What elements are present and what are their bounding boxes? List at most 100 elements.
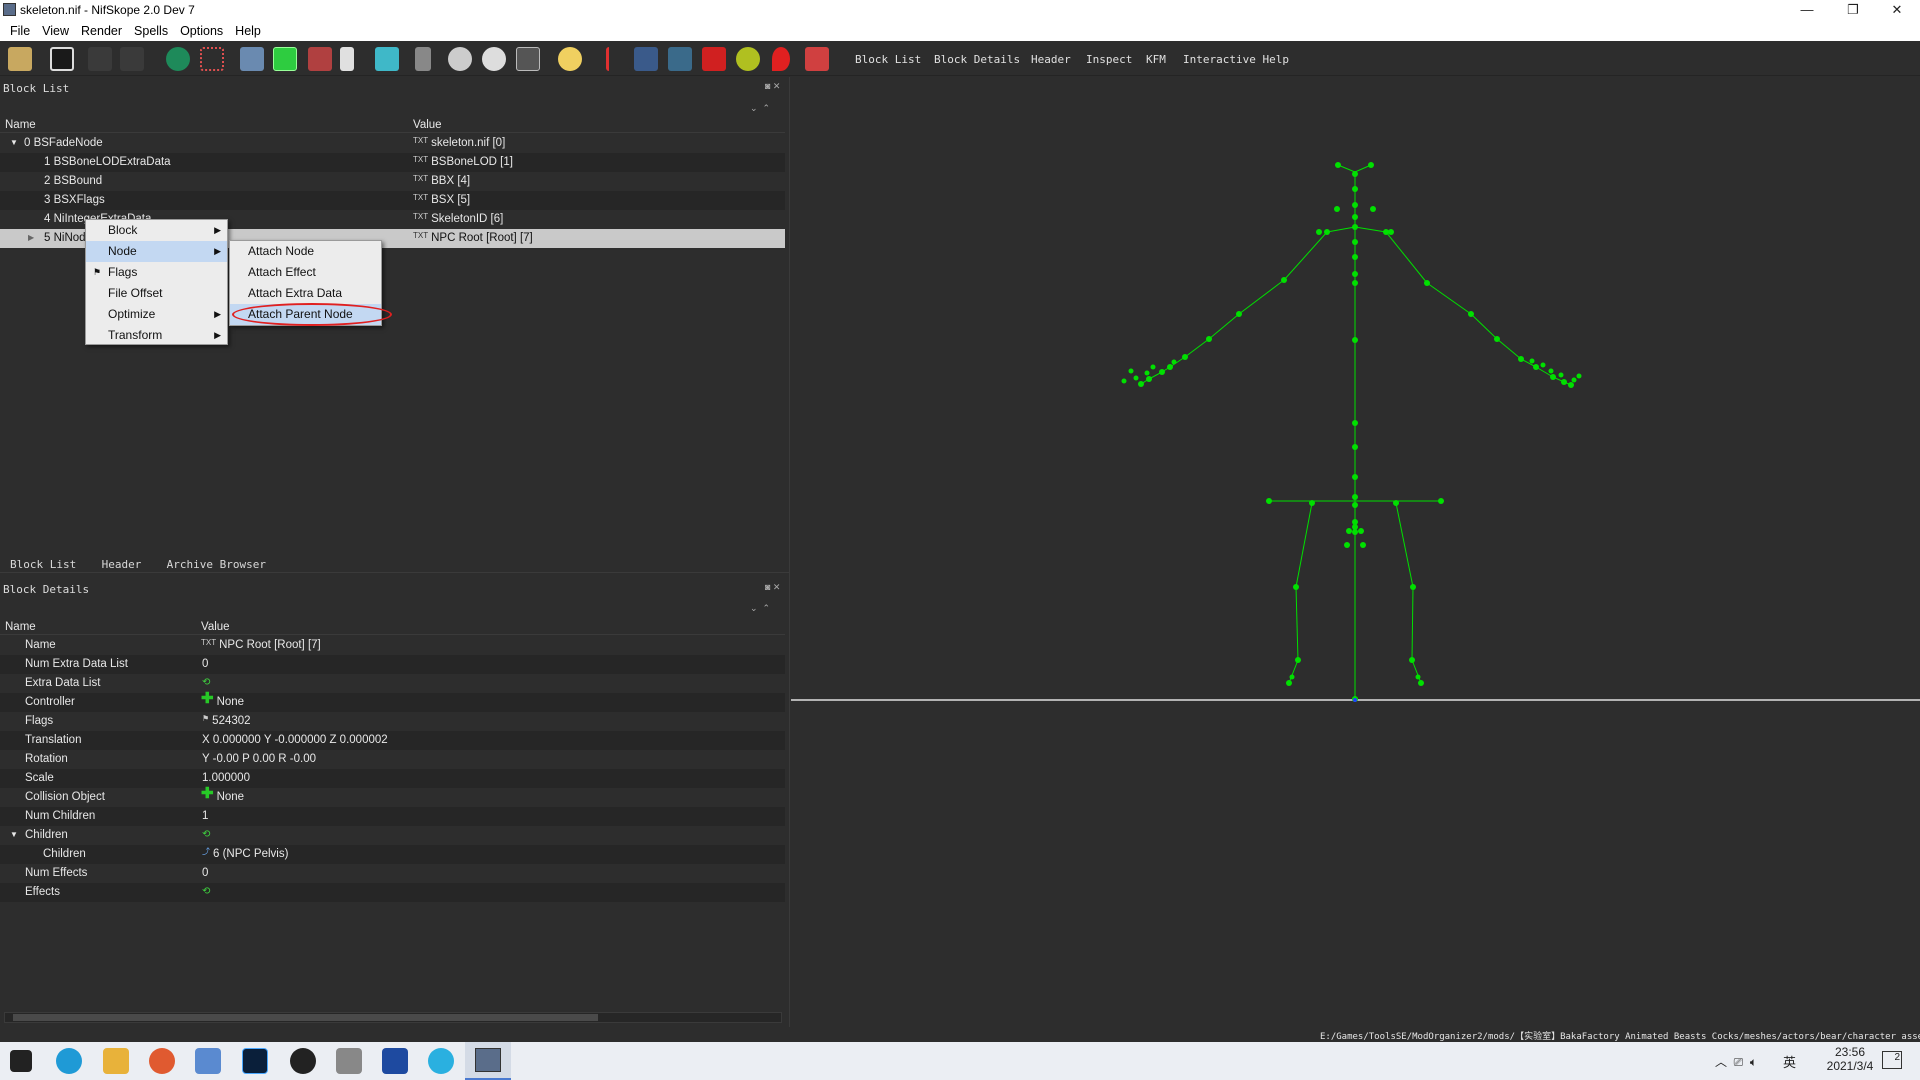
photoshop-icon[interactable] (242, 1048, 268, 1074)
table-row[interactable]: Name TXT NPC Root [Root] [7] (0, 636, 785, 655)
app-icon[interactable] (382, 1048, 408, 1074)
scroll-arrows-icon[interactable]: ⌄ ⌃ (750, 603, 770, 614)
select-object-icon[interactable] (166, 47, 190, 71)
walk-icon[interactable] (415, 47, 431, 71)
file-explorer-icon[interactable] (103, 1048, 129, 1074)
field-name: Num Effects (25, 867, 88, 879)
save-icon[interactable] (50, 47, 74, 71)
table-row[interactable]: Scale 1.000000 (0, 769, 785, 788)
scrollbar-thumb[interactable] (13, 1014, 598, 1021)
menu-item-attach-extra-data[interactable]: Attach Extra Data (230, 283, 381, 304)
menu-item-transform[interactable]: Transform ▶ (86, 325, 227, 346)
tab-block-list[interactable]: Block List (855, 53, 921, 66)
table-row[interactable]: Rotation Y -0.00 P 0.00 R -0.00 (0, 750, 785, 769)
dock-float-close-icon[interactable]: ◙ ✕ (765, 582, 780, 593)
table-row[interactable]: Effects ⟲ (0, 883, 785, 902)
select-vertex-icon[interactable] (200, 47, 224, 71)
menu-help[interactable]: Help (229, 24, 267, 38)
bone-joint (1146, 376, 1152, 382)
redo-icon[interactable] (120, 47, 144, 71)
expand-arrow-icon[interactable]: ▼ (10, 826, 18, 844)
maximize-button[interactable]: ❐ (1830, 0, 1876, 21)
qq-icon[interactable] (290, 1048, 316, 1074)
app-icon[interactable] (195, 1048, 221, 1074)
table-row[interactable]: Num Effects 0 (0, 864, 785, 883)
bone-joint (1494, 336, 1500, 342)
menu-item-block[interactable]: Block ▶ (86, 220, 227, 241)
screenshot-icon[interactable] (516, 47, 540, 71)
show-hidden-icon[interactable] (448, 47, 472, 71)
table-row[interactable]: Num Extra Data List 0 (0, 655, 785, 674)
tab-block-list-bottom[interactable]: Block List (10, 558, 76, 571)
dock-splitter[interactable] (0, 572, 790, 576)
tab-header-bottom[interactable]: Header (102, 558, 142, 571)
tab-kfm[interactable]: KFM (1146, 53, 1166, 66)
close-button[interactable]: ✕ (1874, 0, 1920, 21)
view-perspective-icon[interactable] (375, 47, 399, 71)
show-nodes-icon[interactable] (668, 47, 692, 71)
axes-icon[interactable] (606, 47, 630, 71)
chrome-icon[interactable] (149, 1048, 175, 1074)
expand-arrow-icon[interactable]: ▼ (10, 134, 18, 152)
table-row[interactable]: Children ⤴ 6 (NPC Pelvis) (0, 845, 785, 864)
start-icon[interactable] (10, 1050, 32, 1072)
horizontal-scrollbar[interactable] (4, 1012, 782, 1023)
nifskope-task-active[interactable] (465, 1042, 511, 1080)
show-textures-icon[interactable] (736, 47, 760, 71)
tab-header[interactable]: Header (1031, 53, 1071, 66)
menu-item-node[interactable]: Node ▶ (86, 241, 227, 262)
undo-icon[interactable] (88, 47, 112, 71)
tab-inspect[interactable]: Inspect (1086, 53, 1132, 66)
table-row[interactable]: 1 BSBoneLODExtraData TXT BSBoneLOD [1] (0, 153, 785, 172)
scroll-arrows-icon[interactable]: ⌄ ⌃ (750, 103, 770, 114)
show-axes-icon[interactable] (634, 47, 658, 71)
tab-block-details[interactable]: Block Details (934, 53, 1020, 66)
table-row[interactable]: ▼ 0 BSFadeNode TXT skeleton.nif [0] (0, 134, 785, 153)
view-side-icon[interactable] (308, 47, 332, 71)
eraser-icon[interactable] (805, 47, 829, 71)
menu-item-attach-node[interactable]: Attach Node (230, 241, 381, 262)
tray-icons[interactable]: ︿ ⎚ 🔈︎ (1715, 1053, 1757, 1070)
ime-indicator[interactable]: 英 (1783, 1052, 1796, 1071)
field-value: 0 (202, 867, 209, 879)
menu-item-label: Transform (108, 328, 163, 342)
table-row[interactable]: Controller ✚ None (0, 691, 785, 712)
table-row[interactable]: Extra Data List ⟲ (0, 674, 785, 693)
menu-item-attach-parent-node[interactable]: Attach Parent Node (230, 304, 381, 325)
render-viewport[interactable] (791, 77, 1920, 1027)
show-constraints-icon[interactable] (702, 47, 726, 71)
table-row[interactable]: Num Children 1 (0, 807, 785, 826)
notification-icon[interactable]: 2 (1882, 1051, 1902, 1069)
table-row[interactable]: ▼ Children ⟲ (0, 826, 785, 845)
show-markers-icon[interactable] (482, 47, 506, 71)
table-row[interactable]: Collision Object ✚ None (0, 786, 785, 807)
app-icon[interactable] (428, 1048, 454, 1074)
app-icon[interactable] (336, 1048, 362, 1074)
menu-file[interactable]: File (4, 24, 36, 38)
tab-interactive-help[interactable]: Interactive Help (1183, 53, 1289, 66)
edge-icon[interactable] (56, 1048, 82, 1074)
menu-item-attach-effect[interactable]: Attach Effect (230, 262, 381, 283)
open-icon[interactable] (8, 47, 32, 71)
menu-item-file-offset[interactable]: File Offset (86, 283, 227, 304)
table-row[interactable]: 3 BSXFlags TXT BSX [5] (0, 191, 785, 210)
view-top-icon[interactable] (273, 47, 297, 71)
menu-item-optimize[interactable]: Optimize ▶ (86, 304, 227, 325)
marker-icon[interactable] (772, 47, 790, 71)
table-row[interactable]: Translation X 0.000000 Y -0.000000 Z 0.0… (0, 731, 785, 750)
tab-archive-browser[interactable]: Archive Browser (167, 558, 266, 571)
table-row[interactable]: Flags ⚑ 524302 (0, 712, 785, 731)
menu-render[interactable]: Render (75, 24, 128, 38)
table-row[interactable]: 2 BSBound TXT BBX [4] (0, 172, 785, 191)
view-user-icon[interactable] (340, 47, 354, 71)
collapse-arrow-icon[interactable]: ▶ (28, 229, 34, 247)
menu-view[interactable]: View (36, 24, 75, 38)
light-icon[interactable] (558, 47, 582, 71)
dock-float-close-icon[interactable]: ◙ ✕ (765, 81, 780, 92)
clock[interactable]: 23:56 2021/3/4 (1820, 1045, 1880, 1073)
view-front-icon[interactable] (240, 47, 264, 71)
menu-spells[interactable]: Spells (128, 24, 174, 38)
minimize-button[interactable]: — (1784, 0, 1830, 21)
menu-options[interactable]: Options (174, 24, 229, 38)
menu-item-flags[interactable]: ⚑ Flags (86, 262, 227, 283)
